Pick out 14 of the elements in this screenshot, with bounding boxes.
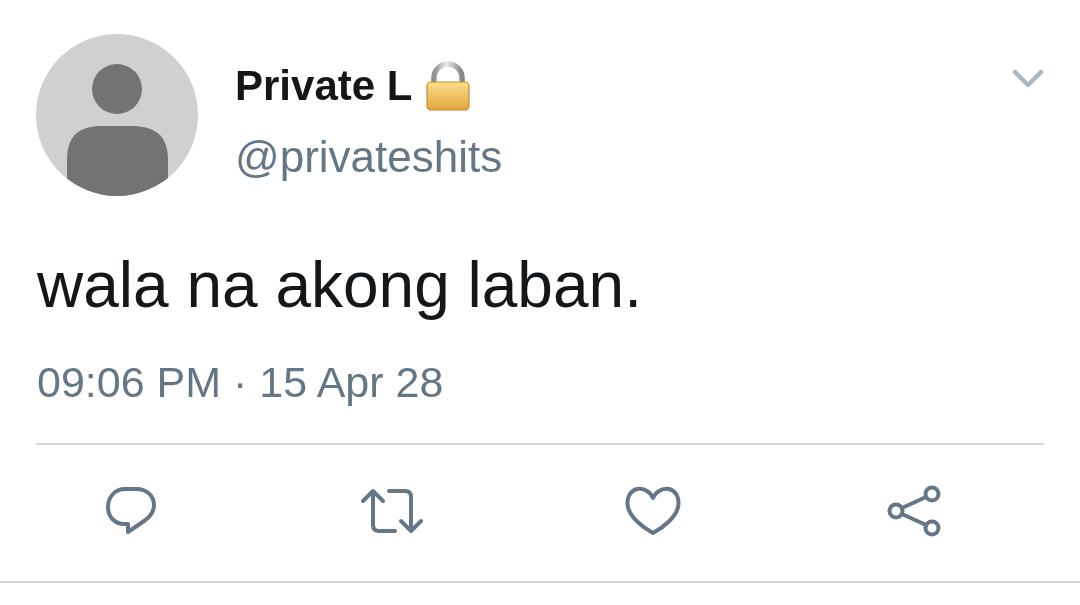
speech-bubble-icon: [104, 485, 157, 537]
tweet-timestamp: 09:06 PM · 15 Apr 28: [37, 357, 444, 407]
like-button[interactable]: [624, 486, 681, 536]
share-button[interactable]: [886, 485, 941, 537]
user-handle: @privateshits: [235, 132, 503, 182]
heart-icon: [624, 486, 681, 536]
chevron-down-icon: [1012, 69, 1044, 89]
tweet-text: wala na akong laban.: [37, 248, 642, 322]
person-silhouette-icon[interactable]: [36, 34, 198, 196]
display-name: Private L: [235, 62, 413, 110]
retweet-button[interactable]: [359, 488, 424, 534]
share-icon: [886, 485, 941, 537]
looping-arrows-icon: [359, 488, 424, 534]
reply-button[interactable]: [104, 485, 157, 537]
